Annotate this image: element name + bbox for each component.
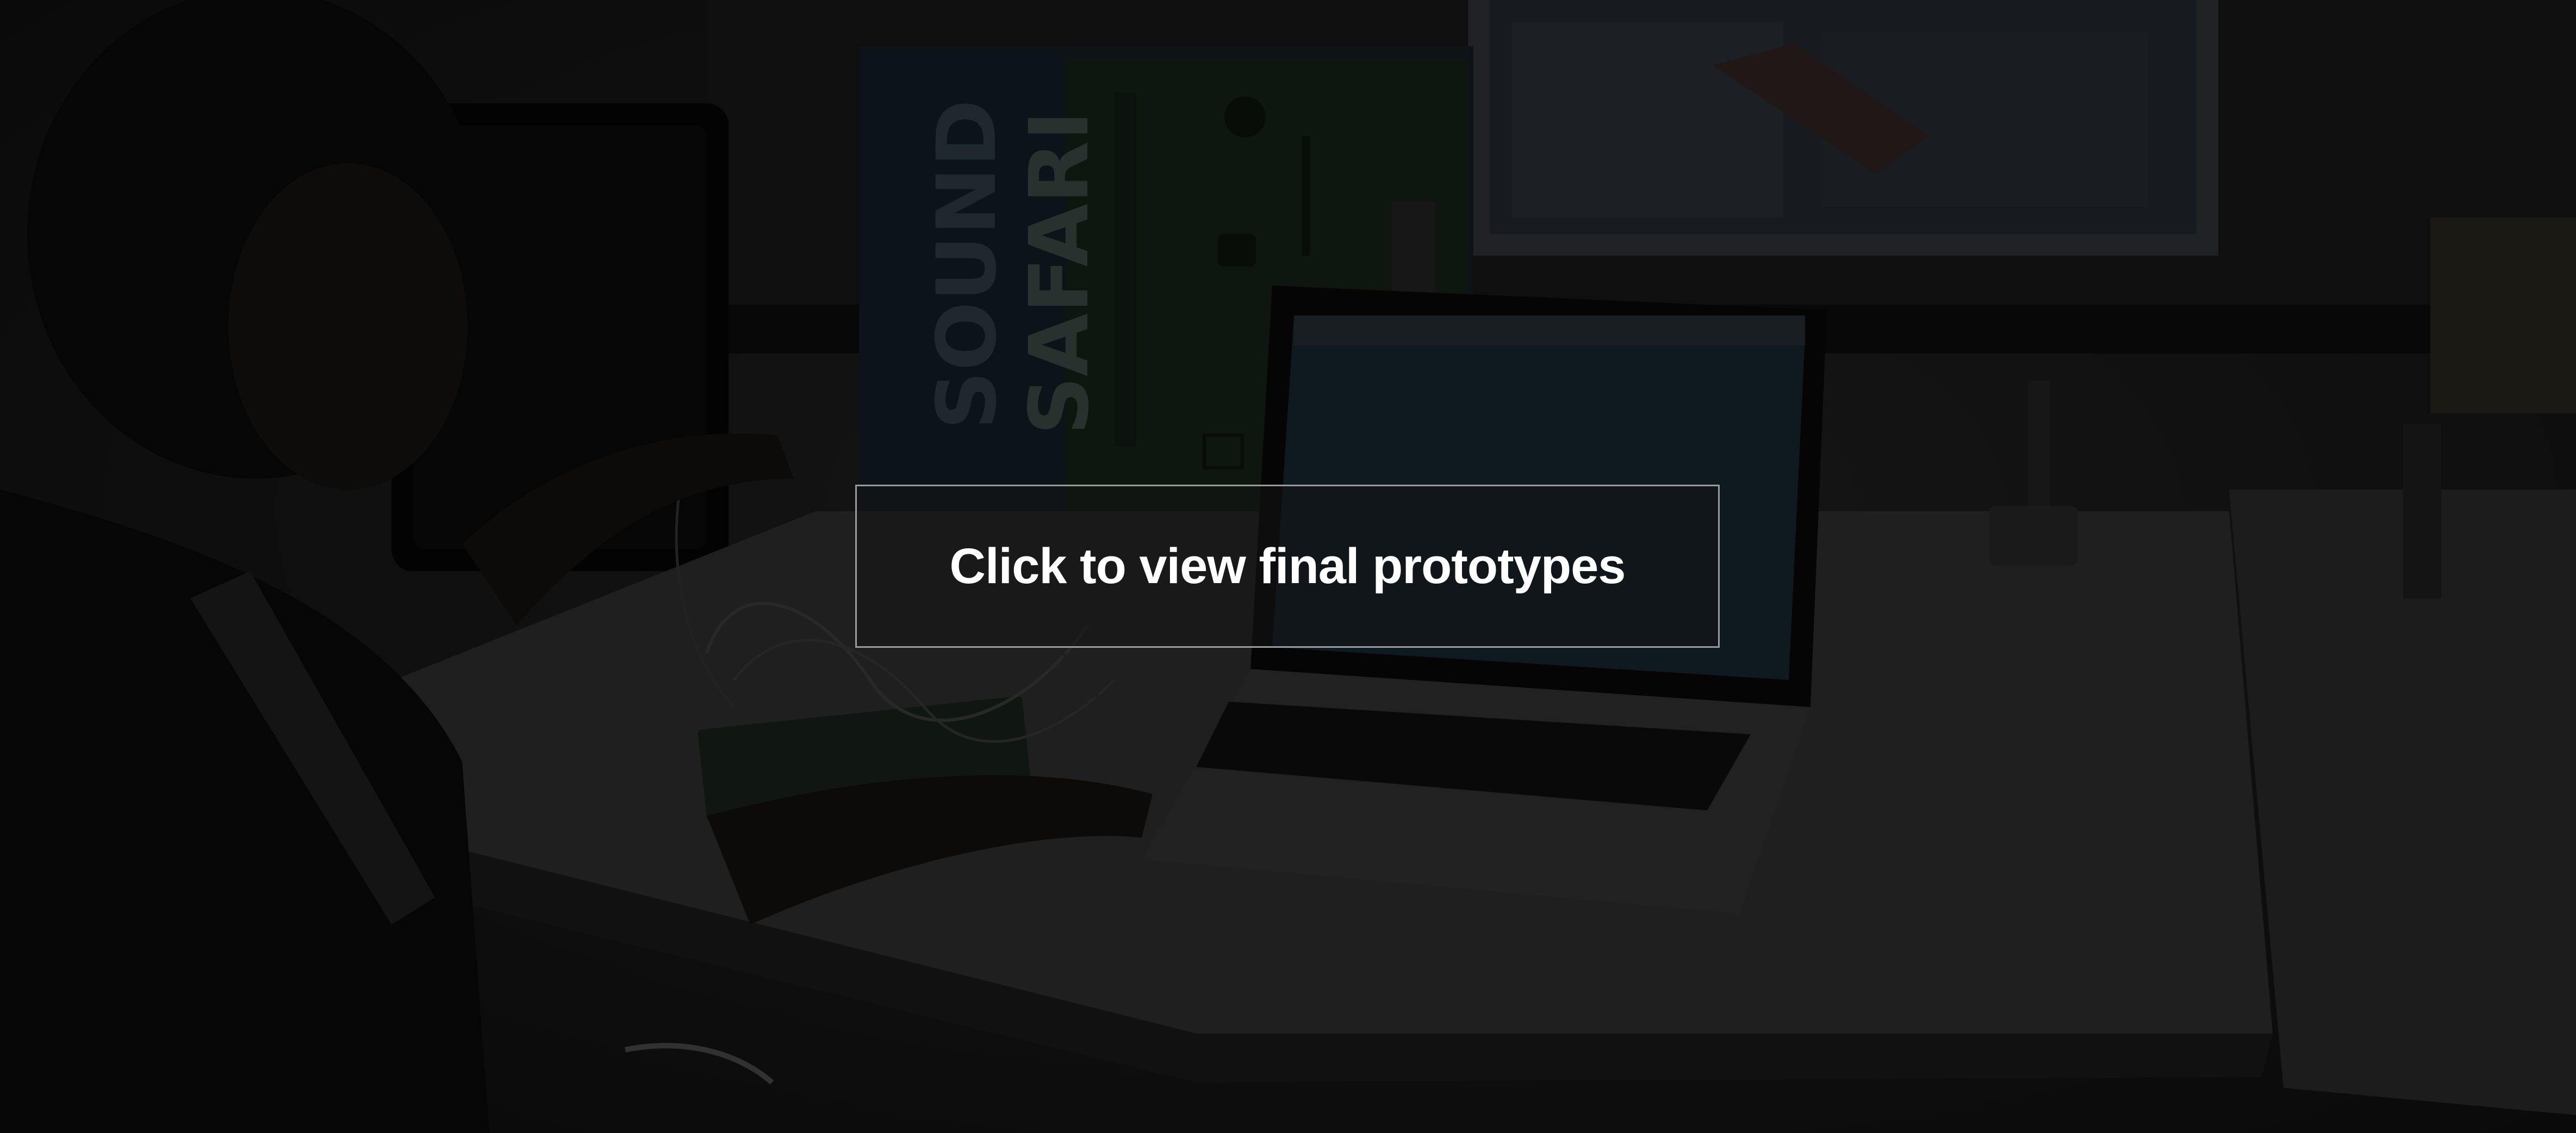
prototypes-hero[interactable]: SOUND SAFARI Click to view final prototy… (0, 0, 2576, 1133)
view-prototypes-label: Click to view final prototypes (949, 538, 1626, 594)
view-prototypes-button[interactable]: Click to view final prototypes (855, 485, 1720, 648)
